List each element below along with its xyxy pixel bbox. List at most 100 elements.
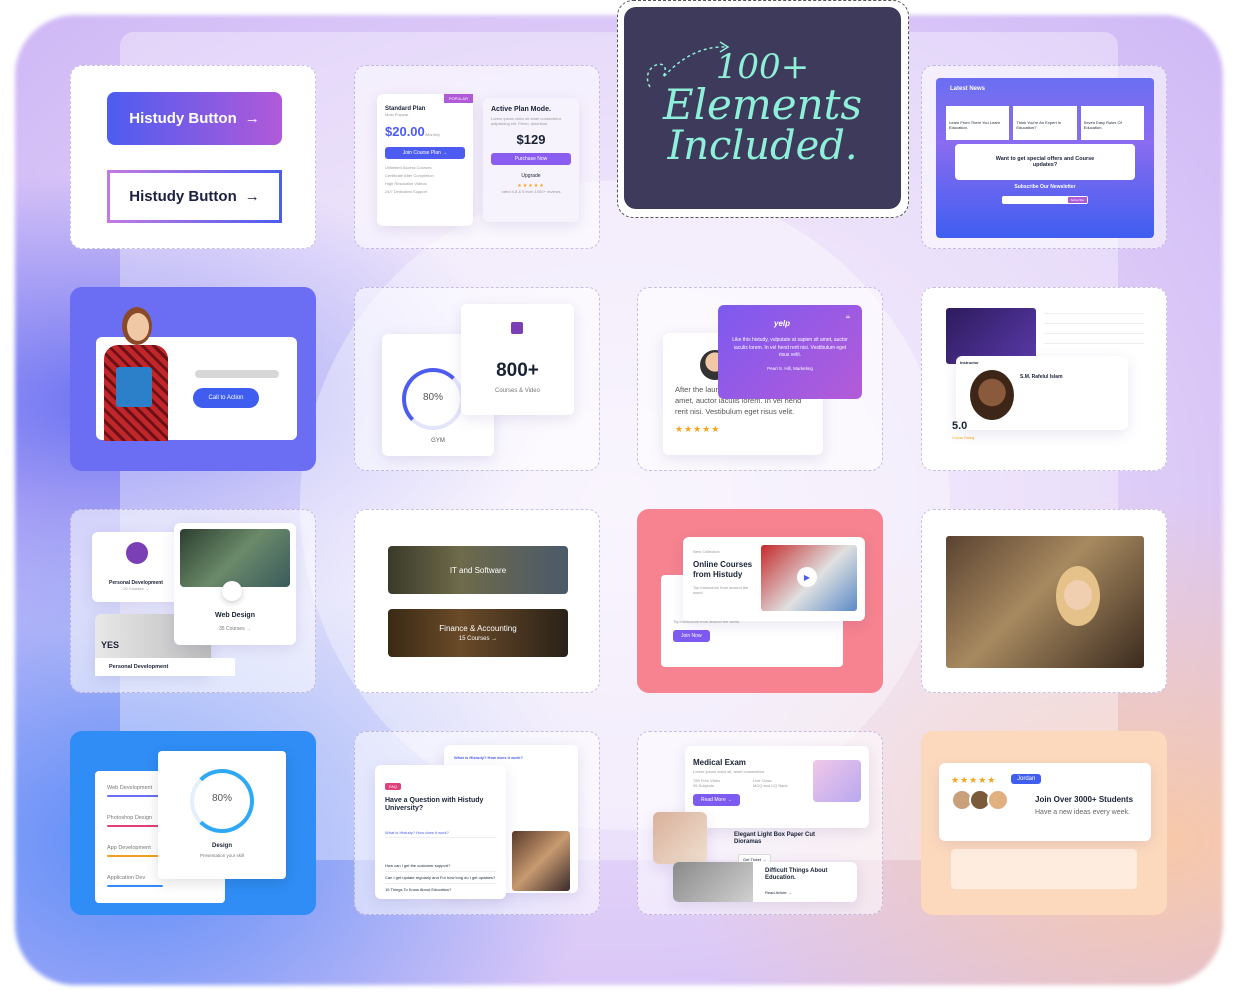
article-panel: Difficult Things About Education. Read A…	[673, 862, 857, 902]
subscribe-button[interactable]: Subscribe	[1067, 197, 1087, 203]
category-banner-finance[interactable]: Finance & Accounting 15 Courses →	[388, 609, 568, 657]
online-sub: Top instructors from around the world	[693, 585, 749, 596]
newsletter-question: Want to get special offers and Course up…	[955, 144, 1135, 180]
rating-label: Course Rating	[952, 436, 975, 440]
join-card: ★★★★★ Jordan Join Over 3000+ Students Ha…	[921, 731, 1167, 915]
category-banner-it[interactable]: IT and Software	[388, 546, 568, 594]
primary-button[interactable]: Histudy Button →	[107, 92, 282, 145]
student-image	[90, 307, 180, 441]
play-icon[interactable]: ▶	[797, 567, 817, 587]
arrow-right-icon: →	[244, 188, 260, 205]
article-thumb	[653, 812, 707, 864]
faq-tag: FAQ	[385, 783, 402, 790]
online-courses-card: Top instructors from around the world Jo…	[637, 509, 883, 693]
faq-question[interactable]: Can I get update regularly and For how l…	[385, 872, 496, 884]
article-title[interactable]: Difficult Things About Education.	[765, 868, 851, 882]
join-now-button[interactable]: Join Now	[673, 630, 710, 642]
avatar-group	[951, 789, 1009, 811]
upgrade-link[interactable]: Upgrade	[491, 173, 571, 179]
faq-card: What is Histudy? How does it work? FAQ H…	[354, 731, 600, 915]
name-tag: Jordan	[1011, 774, 1042, 784]
active-plan-desc: Lorem ipsum dolor sit amet consectetur a…	[491, 116, 562, 126]
news-post[interactable]: Think You're An Expert In Education?	[1013, 106, 1077, 140]
skill-bar	[107, 885, 163, 887]
cta-button[interactable]: Call to Action	[193, 388, 259, 408]
placeholder-bar	[195, 370, 279, 378]
course-icon	[511, 322, 523, 334]
active-plan-title: Active Plan Mode.	[491, 106, 551, 113]
quote-icon: “	[846, 313, 850, 327]
plan-features: Unlimited Access Courses Certificate Aft…	[385, 165, 465, 194]
count-label: Courses & Video	[495, 388, 540, 394]
skills-card: Web Development Photoshop Design App Dev…	[70, 731, 316, 915]
faq-top-question[interactable]: What is Histudy? How does it work?	[454, 755, 568, 760]
instructor-panel: Instructor S.M. Rafelul Islam	[956, 356, 1128, 430]
news-posts: Learn From Them You Learn Education. Thi…	[936, 92, 1154, 140]
rating-stars: ★★★★★	[951, 775, 997, 785]
instructor-avatar	[970, 370, 1014, 420]
yelp-logo: yelp	[774, 319, 791, 328]
rating-note: rated 4.8 & 5 from 1000+ reviews	[501, 189, 561, 194]
exam-meta-item: 95 Subjects	[693, 783, 714, 788]
feature-item: High Resolution Videos	[385, 181, 427, 186]
testimonial-card: After the launch, vulputate at sapien si…	[637, 287, 883, 471]
plan-period: /Monthly	[424, 132, 440, 137]
read-article-link[interactable]: Read Article →	[765, 890, 792, 895]
banner-title: Finance & Accounting	[439, 624, 517, 633]
design-icon	[222, 581, 242, 601]
ring-value: 80%	[422, 392, 443, 403]
category-image	[180, 529, 290, 587]
banner-count: 15 Courses →	[458, 636, 498, 642]
rating-stars: ★★★★★	[675, 423, 721, 434]
news-post[interactable]: Learn From Them You Learn Education.	[946, 106, 1010, 140]
feature-item: Unlimited Access Courses	[385, 165, 432, 170]
newsletter-input[interactable]: Subscribe	[1002, 196, 1088, 204]
exam-illustration	[813, 760, 861, 802]
newsletter-block: Latest News Learn From Them You Learn Ed…	[936, 78, 1154, 238]
category-tile-1[interactable]: Personal Development 20 Courses →	[92, 532, 180, 602]
read-more-button[interactable]: Read More →	[693, 794, 741, 806]
outline-button[interactable]: Histudy Button →	[107, 170, 282, 223]
curriculum-list	[1044, 304, 1144, 358]
banner-card: IT and Software Finance & Accounting 15 …	[354, 509, 600, 693]
skill-ring-sub: Presentation your skill	[199, 853, 245, 858]
article-title[interactable]: Elegant Light Box Paper Cut Dioramas	[734, 832, 830, 846]
count-panel: 800+ Courses & Video	[461, 304, 574, 415]
faq-question[interactable]: What is Histudy? How does it work?	[385, 830, 496, 838]
stats-card: 80% GYM 800+ Courses & Video	[354, 287, 600, 471]
popular-badge: POPULAR	[443, 94, 473, 103]
news-post[interactable]: Seven Easy Rules Of Education.	[1080, 106, 1144, 140]
ring-label: GYM	[431, 438, 445, 444]
article-image	[673, 862, 753, 902]
arrow-right-icon: →	[244, 110, 260, 127]
faq-question[interactable]: 15 Things To Know About Education?	[385, 884, 496, 895]
testimonial-front: yelp “ Like this histudy, vulputate at s…	[718, 305, 862, 399]
newsletter-card: Latest News Learn From Them You Learn Ed…	[921, 65, 1167, 249]
count-value: 800+	[496, 360, 539, 381]
join-title: Join Over 3000+ Students	[1035, 795, 1134, 804]
join-panel: ★★★★★ Jordan Join Over 3000+ Students Ha…	[939, 763, 1151, 841]
plan-price: $20.00	[385, 124, 425, 139]
newsletter-title: Subscribe Our Newsletter	[1014, 184, 1076, 190]
skill-ring-label: Design	[211, 843, 232, 849]
testimonial-quote: Like this histudy, vulputate at sapien s…	[732, 337, 848, 358]
instructor-name: S.M. Rafelul Islam	[1020, 374, 1063, 380]
faq-question[interactable]: How can I get the customer support?	[385, 860, 496, 872]
skill-ring-value: 80%	[211, 793, 232, 804]
category-name: Personal Development	[95, 658, 235, 676]
standard-plan: POPULAR Standard Plan Most Popular $20.0…	[377, 94, 473, 226]
plan-sub: Most Popular	[385, 112, 409, 117]
exam-meta-item: MCQ and CQ Bank	[753, 783, 788, 788]
tags-cloud	[951, 849, 1137, 889]
category-tile-2[interactable]: Web Design 35 Courses →	[174, 523, 296, 645]
purchase-button[interactable]: Purchase Now	[491, 153, 571, 165]
faq-title: Have a Question with Histudy University?	[385, 797, 484, 813]
online-title: Online Courses from Histudy	[693, 560, 753, 579]
dashed-arrow-icon	[646, 41, 730, 88]
skill-ring-panel: 80% Design Presentation your skill	[158, 751, 286, 879]
active-plan: Active Plan Mode. Lorem ipsum dolor sit …	[483, 98, 579, 222]
join-plan-button[interactable]: Join Course Plan →	[385, 147, 465, 159]
join-sub: Have a new ideas every week.	[1035, 809, 1130, 816]
exam-card: Medical Exam Lorem ipsum dolor sit, amet…	[637, 731, 883, 915]
students-photo	[946, 536, 1144, 668]
